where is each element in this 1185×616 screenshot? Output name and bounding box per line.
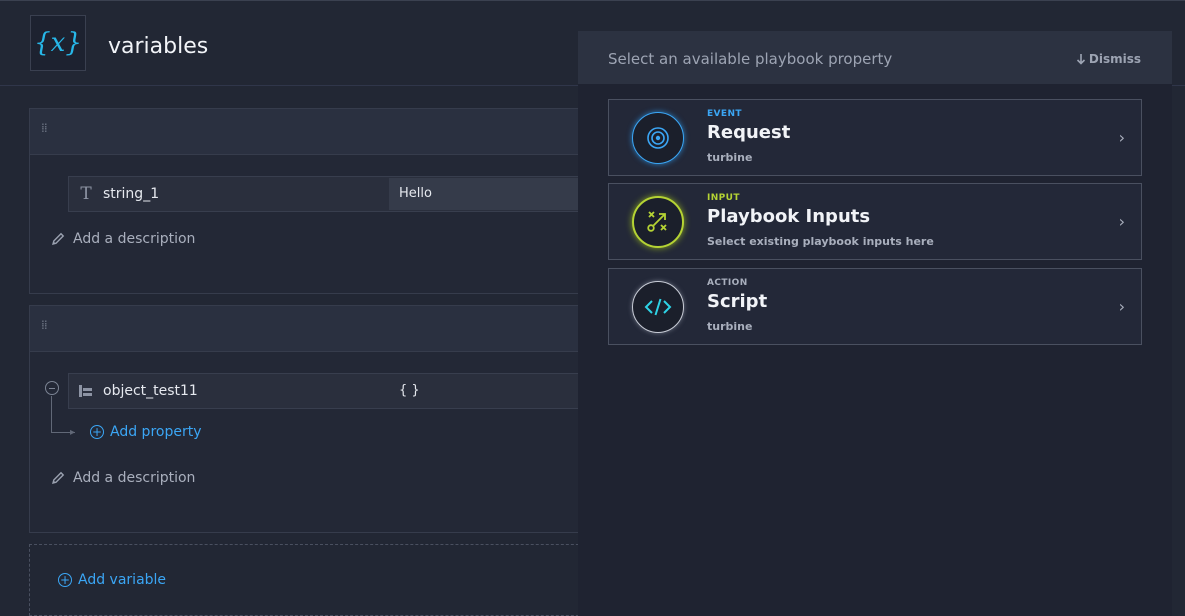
- add-description-label: Add a description: [73, 231, 196, 247]
- variable-name[interactable]: object_test11: [103, 383, 198, 399]
- option-subtitle: turbine: [707, 151, 753, 164]
- variable-row: object_test11 { }: [68, 373, 608, 409]
- add-variable-label: Add variable: [78, 572, 167, 588]
- option-title: Playbook Inputs: [707, 206, 871, 227]
- object-type-icon: [79, 385, 92, 397]
- option-request[interactable]: EVENT Request turbine ›: [608, 99, 1142, 176]
- option-playbook-inputs[interactable]: INPUT Playbook Inputs Select existing pl…: [608, 183, 1142, 260]
- panel-title: Select an available playbook property: [608, 50, 893, 68]
- text-type-icon: T: [80, 184, 92, 204]
- chevron-right-icon: ›: [1118, 212, 1125, 231]
- request-target-icon: [632, 112, 684, 164]
- add-variable-button[interactable]: + Add variable: [58, 572, 166, 588]
- plus-circle-icon: +: [58, 573, 72, 587]
- chevron-right-icon: ›: [1118, 297, 1125, 316]
- option-subtitle: turbine: [707, 320, 753, 333]
- option-kind: INPUT: [707, 193, 740, 203]
- chevron-right-icon: ›: [1118, 128, 1125, 147]
- variable-card-header: ⁞⁞: [30, 109, 608, 155]
- plus-circle-icon: +: [90, 425, 104, 439]
- script-code-icon: [632, 281, 684, 333]
- pencil-icon: [52, 471, 65, 484]
- tree-line: [51, 396, 52, 432]
- tree-arrow-icon: ▸: [70, 427, 76, 438]
- variable-name[interactable]: string_1: [103, 186, 159, 202]
- drag-handle-icon[interactable]: ⁞⁞: [41, 122, 49, 134]
- add-description-label: Add a description: [73, 470, 196, 486]
- add-description-link[interactable]: Add a description: [50, 470, 195, 486]
- arrow-down-icon: [1076, 54, 1085, 65]
- variable-card-object: ⁞⁞ ▸ object_test11 { } + Add property Ad…: [29, 305, 609, 533]
- playbook-inputs-icon: [632, 196, 684, 248]
- drag-handle-icon[interactable]: ⁞⁞: [41, 319, 49, 331]
- dismiss-button[interactable]: Dismiss: [1076, 52, 1141, 66]
- variables-logo-icon: {x}: [30, 15, 86, 71]
- add-property-button[interactable]: + Add property: [90, 424, 202, 440]
- option-title: Request: [707, 122, 791, 143]
- add-description-link[interactable]: Add a description: [50, 231, 195, 247]
- panel-header: Select an available playbook property Di…: [578, 31, 1172, 84]
- option-kind: ACTION: [707, 278, 748, 288]
- variable-value-input[interactable]: Hello: [389, 178, 609, 210]
- page-title: variables: [108, 34, 209, 59]
- variable-value-input[interactable]: { }: [389, 375, 609, 407]
- dismiss-label: Dismiss: [1088, 52, 1141, 66]
- pencil-icon: [52, 232, 65, 245]
- option-title: Script: [707, 291, 768, 312]
- option-script[interactable]: ACTION Script turbine ›: [608, 268, 1142, 345]
- property-picker-panel: Select an available playbook property Di…: [578, 31, 1172, 616]
- variable-card-string: ⁞⁞ T string_1 Hello Add a description: [29, 108, 609, 294]
- option-subtitle: Select existing playbook inputs here: [707, 235, 934, 248]
- variable-card-header: ⁞⁞: [30, 306, 608, 352]
- collapse-icon[interactable]: [45, 381, 59, 395]
- variable-row: T string_1 Hello: [68, 176, 609, 212]
- add-variable-area: + Add variable: [29, 544, 609, 616]
- logo-text: {x}: [34, 28, 82, 58]
- add-property-label: Add property: [110, 424, 202, 440]
- option-kind: EVENT: [707, 109, 742, 119]
